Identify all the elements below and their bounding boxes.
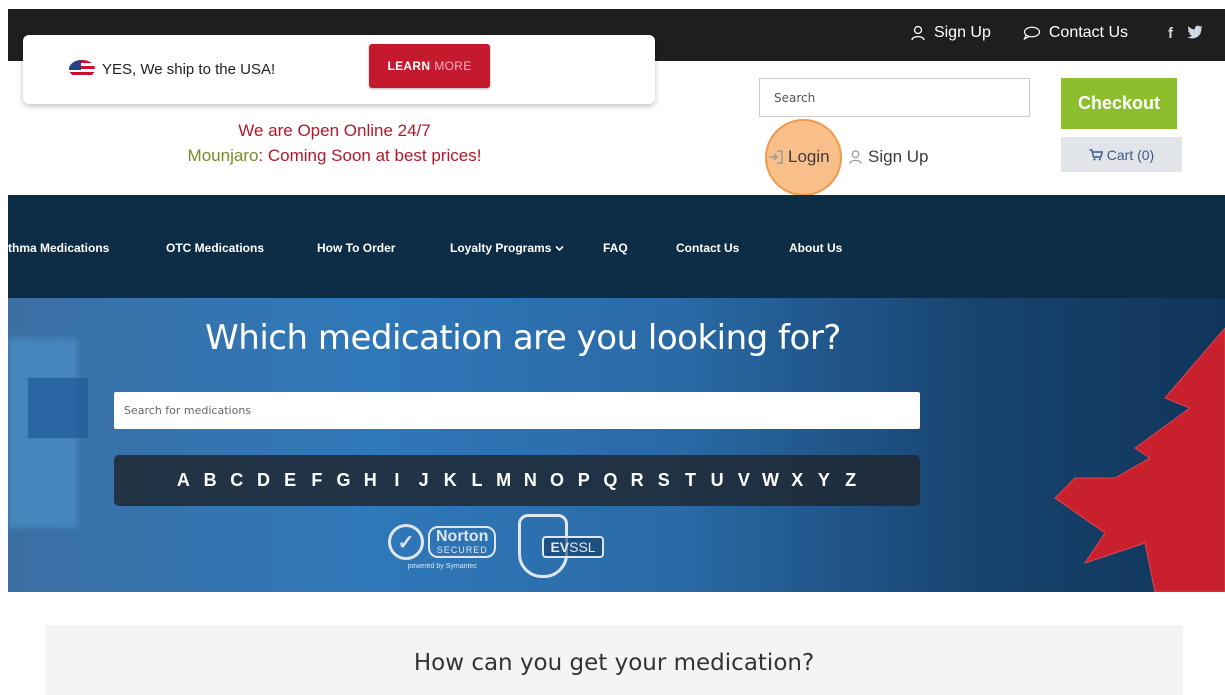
learn-more-bold: LEARN — [387, 59, 431, 73]
maple-leaf-icon — [1054, 328, 1225, 592]
shipping-banner: YES, We ship to the USA! LEARN MORE — [23, 35, 655, 104]
learn-more-button[interactable]: LEARN MORE — [369, 44, 490, 88]
nav-item-about-us[interactable]: About Us — [789, 241, 842, 255]
login-icon — [769, 150, 783, 164]
page: Sign Up Contact Us f YES, We ship to the… — [0, 0, 1225, 695]
alphabet-letter-k[interactable]: K — [437, 470, 464, 491]
chat-bubble-icon — [1023, 26, 1040, 40]
cart-button[interactable]: Cart (0) — [1061, 137, 1182, 172]
alphabet-letter-q[interactable]: Q — [597, 470, 624, 491]
norton-powered-by: powered by Symantec — [407, 563, 477, 570]
mounjaro-promo-rest: : Coming Soon at best prices! — [258, 146, 482, 165]
trust-badges: ✓ Norton SECURED powered by Symantec EVS… — [388, 514, 626, 580]
hero-background-blur — [28, 378, 88, 438]
shipping-label: YES, We ship to the USA! — [102, 60, 276, 78]
checkout-button[interactable]: Checkout — [1061, 78, 1177, 129]
nav-item-loyalty-programs[interactable]: Loyalty Programs — [450, 241, 564, 255]
header-signup-label: Sign Up — [868, 147, 929, 166]
usa-flag-icon — [69, 60, 95, 78]
cart-label: Cart (0) — [1106, 146, 1155, 163]
alphabet-letter-i[interactable]: I — [384, 470, 411, 491]
alphabet-bar: ABCDEFGHIJKLMNOPQRSTUVWXYZ — [114, 455, 920, 506]
evssl-label: EVSSL — [542, 536, 604, 558]
ev-label: EV — [550, 539, 570, 555]
learn-more-more: MORE — [434, 59, 472, 73]
main-nav: thma Medications OTC Medications How To … — [8, 195, 1225, 298]
login-label: Login — [788, 147, 830, 166]
open-online-text: We are Open Online 24/7 — [238, 121, 431, 140]
nav-item-asthma-medications[interactable]: thma Medications — [8, 241, 109, 255]
alphabet-letter-c[interactable]: C — [223, 470, 250, 491]
ssl-label: SSL — [569, 539, 596, 555]
alphabet-letter-j[interactable]: J — [410, 470, 437, 491]
top-signup-label: Sign Up — [933, 24, 991, 41]
top-contact-label: Contact Us — [1048, 24, 1128, 41]
norton-box: Norton SECURED — [428, 526, 497, 558]
norton-secured: SECURED — [436, 545, 488, 555]
top-signup-link[interactable]: Sign Up — [910, 24, 991, 42]
header-signup-link[interactable]: Sign Up — [848, 147, 928, 167]
cart-icon — [1089, 148, 1103, 160]
user-icon — [849, 150, 862, 164]
alphabet-letter-s[interactable]: S — [650, 470, 677, 491]
alphabet-letter-u[interactable]: U — [704, 470, 731, 491]
how-to-get-section: How can you get your medication? — [45, 625, 1183, 695]
mounjaro-promo-text: Mounjaro: Coming Soon at best prices! — [0, 146, 669, 166]
hero-section: Which medication are you looking for? Se… — [8, 298, 1225, 592]
social-links: f — [1168, 25, 1203, 42]
shipping-text: YES, We ship to the USA! — [69, 60, 275, 78]
alphabet-letter-n[interactable]: N — [517, 470, 544, 491]
alphabet-letter-e[interactable]: E — [277, 470, 304, 491]
nav-item-otc-medications[interactable]: OTC Medications — [166, 241, 264, 255]
hero-title: Which medication are you looking for? — [205, 318, 841, 358]
nav-item-loyalty-label: Loyalty Programs — [450, 241, 552, 255]
alphabet-letter-h[interactable]: H — [357, 470, 384, 491]
alphabet-letter-o[interactable]: O — [544, 470, 571, 491]
alphabet-letter-p[interactable]: P — [570, 470, 597, 491]
alphabet-letter-m[interactable]: M — [490, 470, 517, 491]
facebook-icon[interactable]: f — [1168, 25, 1173, 42]
header-search-input[interactable]: Search — [759, 78, 1030, 117]
evssl-badge: EVSSL — [518, 514, 626, 580]
nav-item-how-to-order[interactable]: How To Order — [317, 241, 395, 255]
nav-item-faq[interactable]: FAQ — [603, 241, 628, 255]
alphabet-letter-y[interactable]: Y — [811, 470, 838, 491]
alphabet-letter-a[interactable]: A — [170, 470, 197, 491]
alphabet-letter-g[interactable]: G — [330, 470, 357, 491]
alphabet-letter-z[interactable]: Z — [837, 470, 864, 491]
top-links: Sign Up Contact Us f — [878, 24, 1203, 42]
alphabet-letter-v[interactable]: V — [731, 470, 758, 491]
chevron-down-icon — [555, 245, 564, 252]
alphabet-letter-f[interactable]: F — [304, 470, 331, 491]
check-icon: ✓ — [388, 524, 424, 560]
nav-item-contact-us[interactable]: Contact Us — [676, 241, 739, 255]
twitter-icon[interactable] — [1187, 25, 1203, 39]
mounjaro-product: Mounjaro — [187, 146, 259, 165]
norton-secured-badge: ✓ Norton SECURED powered by Symantec — [388, 524, 497, 570]
medication-search-input[interactable]: Search for medications — [114, 392, 920, 429]
login-link[interactable]: Login — [768, 147, 830, 167]
alphabet-letter-t[interactable]: T — [677, 470, 704, 491]
alphabet-letter-l[interactable]: L — [464, 470, 491, 491]
user-icon — [911, 25, 925, 41]
alphabet-letter-w[interactable]: W — [757, 470, 784, 491]
alphabet-letter-b[interactable]: B — [197, 470, 224, 491]
alphabet-letter-r[interactable]: R — [624, 470, 651, 491]
alphabet-letter-d[interactable]: D — [250, 470, 277, 491]
top-contact-link[interactable]: Contact Us — [1023, 24, 1128, 42]
section-title: How can you get your medication? — [413, 650, 815, 676]
norton-logo: ✓ Norton SECURED — [388, 524, 497, 560]
alphabet-letter-x[interactable]: X — [784, 470, 811, 491]
norton-name: Norton — [436, 528, 489, 545]
